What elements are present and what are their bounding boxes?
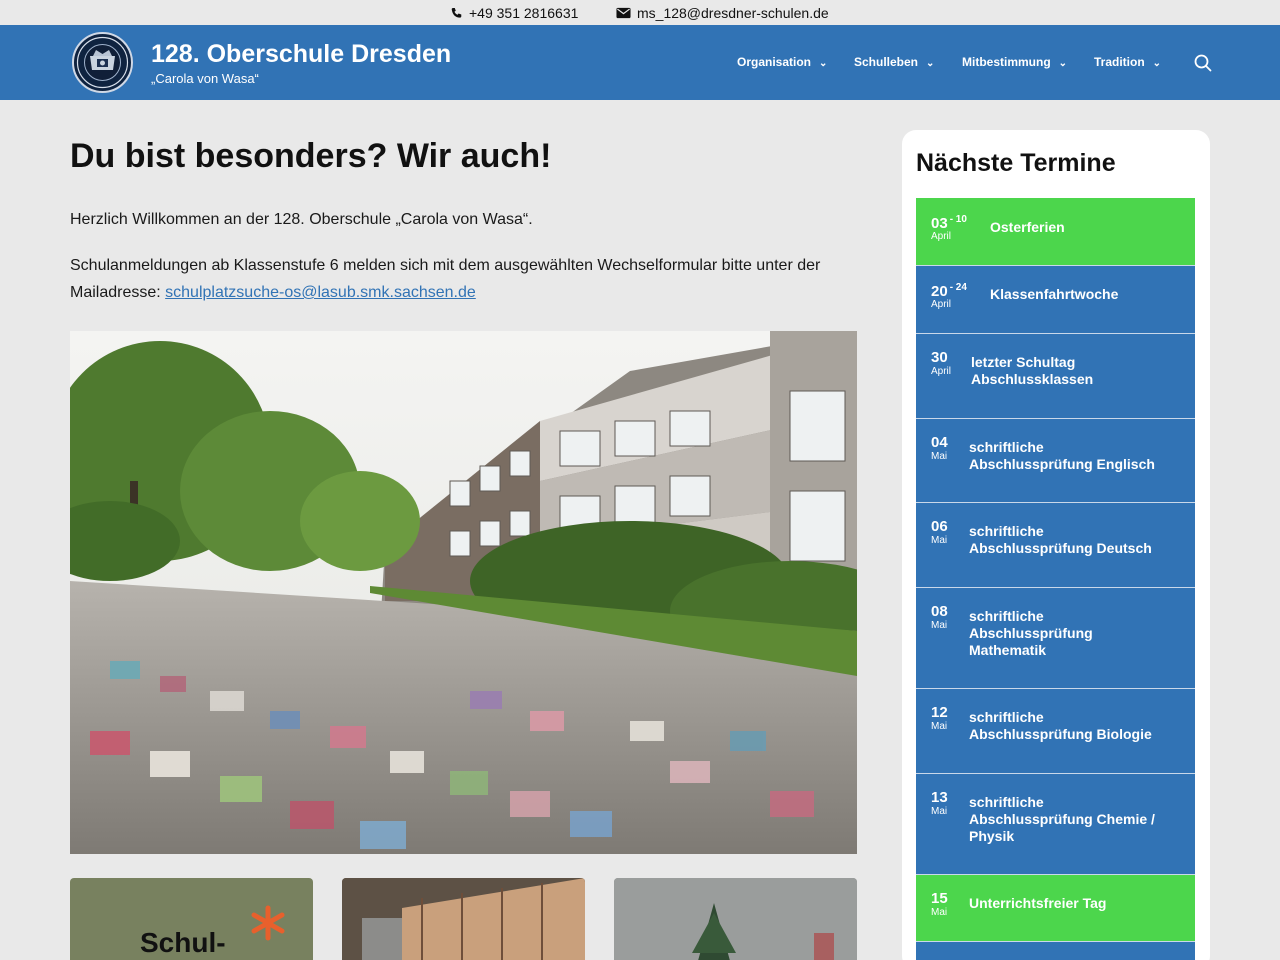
nav-organisation[interactable]: Organisation ⌄: [737, 55, 827, 69]
site-header: 128. Oberschule Dresden „Carola von Wasa…: [0, 25, 1280, 100]
event-title: schriftliche Abschlussprüfung Biologie: [969, 709, 1152, 742]
search-icon: [1194, 54, 1212, 72]
event-month: Mai: [931, 907, 948, 918]
event-title: Osterferien: [990, 219, 1065, 235]
event-item[interactable]: 06 Mai schriftliche Abschlussprüfung Deu…: [916, 503, 1195, 588]
event-item[interactable]: 13 Mai schriftliche Abschlussprüfung Che…: [916, 774, 1195, 875]
event-item[interactable]: [916, 942, 1195, 960]
welcome-text: Herzlich Willkommen an der 128. Oberschu…: [70, 211, 533, 228]
nav-schulleben[interactable]: Schulleben ⌄: [854, 55, 934, 69]
event-date: 04: [931, 434, 948, 451]
nav-label: Organisation: [737, 55, 812, 69]
events-title: Nächste Termine: [916, 149, 1116, 177]
email-address: ms_128@dresdner-schulen.de: [637, 5, 829, 21]
phone-number: +49 351 2816631: [469, 5, 579, 21]
event-item[interactable]: 30 April letzter Schultag Abschlussklass…: [916, 334, 1195, 419]
news-card[interactable]: [614, 878, 857, 960]
hero-image: [70, 331, 857, 854]
nav-label: Tradition: [1094, 55, 1145, 69]
envelope-icon: [616, 7, 631, 19]
event-month: Mai: [931, 535, 948, 546]
event-title: letzter Schultag Abschlussklassen: [971, 354, 1094, 387]
search-button[interactable]: [1193, 53, 1213, 73]
news-card[interactable]: Schul-: [70, 878, 313, 960]
nav-label: Schulleben: [854, 55, 919, 69]
event-month: April: [931, 299, 952, 310]
news-card[interactable]: [342, 878, 585, 960]
event-date: 13: [931, 789, 948, 806]
school-logo[interactable]: [72, 32, 133, 93]
card-title: Schul-: [140, 927, 226, 958]
chevron-down-icon: ⌄: [1058, 57, 1068, 69]
news-cards: Schul-: [70, 878, 857, 960]
registration-email-link[interactable]: schulplatzsuche-os@lasub.smk.sachsen.de: [165, 284, 476, 301]
events-sidebar: Nächste Termine 03- 10 April Osterferien…: [902, 130, 1210, 960]
event-title: schriftliche Abschlussprüfung Englisch: [969, 439, 1155, 472]
contact-bar: +49 351 2816631 ms_128@dresdner-schulen.…: [0, 0, 1280, 25]
event-date: 06: [931, 518, 948, 535]
event-item[interactable]: 20- 24 April Klassenfahrtwoche: [916, 266, 1195, 334]
event-item[interactable]: 15 Mai Unterrichtsfreier Tag: [916, 875, 1195, 942]
event-title: schriftliche Abschlussprüfung Chemie / P…: [969, 794, 1155, 844]
event-title: schriftliche Abschlussprüfung Deutsch: [969, 523, 1152, 556]
event-item[interactable]: 08 Mai schriftliche Abschlussprüfung Mat…: [916, 588, 1195, 689]
event-month: April: [931, 366, 952, 377]
event-item[interactable]: 12 Mai schriftliche Abschlussprüfung Bio…: [916, 689, 1195, 774]
site-title[interactable]: 128. Oberschule Dresden: [151, 40, 451, 69]
event-date: 20- 24: [931, 282, 967, 300]
chevron-down-icon: ⌄: [926, 57, 935, 69]
event-item[interactable]: 04 Mai schriftliche Abschlussprüfung Eng…: [916, 419, 1195, 503]
contact-phone[interactable]: +49 351 2816631: [450, 5, 578, 21]
page-title: Du bist besonders? Wir auch!: [70, 137, 552, 175]
event-date: 15: [931, 890, 948, 907]
nav-mitbestimmung[interactable]: Mitbestimmung ⌄: [962, 55, 1067, 69]
event-month: Mai: [931, 620, 948, 631]
contact-email[interactable]: ms_128@dresdner-schulen.de: [616, 5, 829, 21]
event-item[interactable]: 03- 10 April Osterferien: [916, 198, 1195, 266]
nav-tradition[interactable]: Tradition ⌄: [1094, 55, 1161, 69]
nav-label: Mitbestimmung: [962, 55, 1051, 69]
event-date: 30: [931, 349, 948, 366]
event-month: Mai: [931, 806, 948, 817]
site-tagline: „Carola von Wasa“: [151, 71, 259, 86]
event-title: Klassenfahrtwoche: [990, 286, 1119, 302]
event-month: Mai: [931, 721, 948, 732]
event-month: Mai: [931, 451, 948, 462]
event-date: 08: [931, 603, 948, 620]
registration-paragraph: Schulanmeldungen ab Klassenstufe 6 melde…: [70, 252, 857, 306]
phone-icon: [450, 7, 463, 20]
event-date: 03- 10: [931, 214, 967, 232]
event-title: Unterrichtsfreier Tag: [969, 895, 1107, 911]
chevron-down-icon: ⌄: [1152, 57, 1162, 69]
chevron-down-icon: ⌄: [819, 57, 828, 69]
event-month: April: [931, 231, 952, 242]
event-title: schriftliche Abschlussprüfung Mathematik: [969, 608, 1093, 658]
event-date: 12: [931, 704, 948, 721]
